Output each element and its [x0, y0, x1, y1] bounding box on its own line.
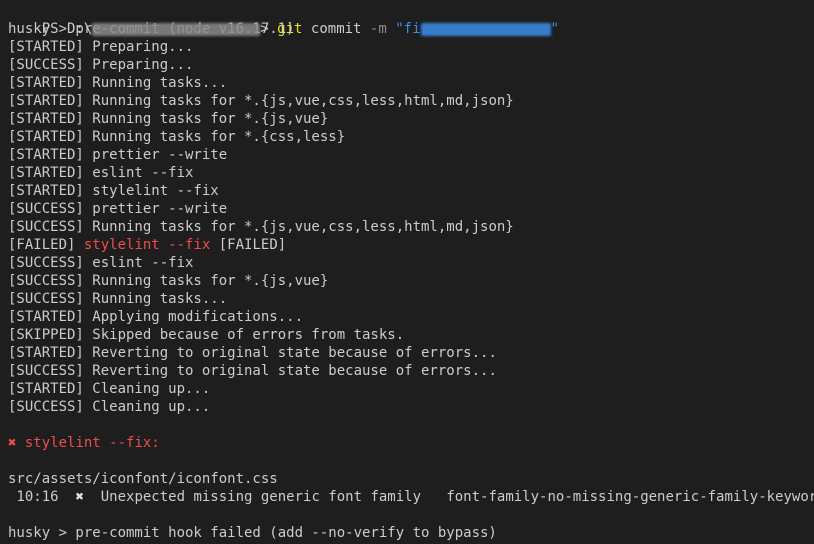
- error-message: Unexpected missing generic font family: [100, 489, 422, 505]
- log-line: [STARTED] Cleaning up...: [8, 381, 211, 397]
- log-line: [STARTED] prettier --write: [8, 147, 228, 163]
- log-line: [STARTED] eslint --fix: [8, 165, 194, 181]
- terminal-output[interactable]: PS D:\> git commit -m "fi" husky > pre-c…: [8, 2, 814, 544]
- log-line: [SUCCESS] Running tasks for *.{js,vue}: [8, 273, 329, 289]
- error-file-path: src/assets/iconfont/iconfont.css: [8, 471, 278, 487]
- log-line: [SUCCESS] Reverting to original state be…: [8, 363, 497, 379]
- log-line: [SUCCESS] prettier --write: [8, 201, 228, 217]
- error-header: ✖ stylelint --fix:: [8, 434, 814, 452]
- log-line: [SUCCESS] Running tasks for *.{js,vue,cs…: [8, 219, 514, 235]
- log-line: [STARTED] Applying modifications...: [8, 309, 304, 325]
- log-line: [SKIPPED] Skipped because of errors from…: [8, 327, 405, 343]
- log-line: [SUCCESS] eslint --fix: [8, 255, 194, 271]
- log-line: [STARTED] Running tasks for *.{js,vue}: [8, 111, 329, 127]
- failed-log-line: [FAILED] stylelint --fix [FAILED]: [8, 236, 814, 254]
- command-subcommand: commit: [310, 21, 362, 37]
- commit-message-open: "fi: [395, 21, 421, 37]
- log-line: [SUCCESS] Cleaning up...: [8, 399, 211, 415]
- error-detail-line: 10:16 ✖ Unexpected missing generic font …: [8, 488, 814, 506]
- command-flag: -m: [369, 21, 387, 37]
- log-line: [SUCCESS] Preparing...: [8, 57, 194, 73]
- error-cross-icon: ✖: [8, 435, 17, 451]
- log-line: [STARTED] stylelint --fix: [8, 183, 219, 199]
- redacted-path: [92, 22, 261, 36]
- redacted-commit-message: [420, 22, 551, 36]
- error-header-text: stylelint --fix:: [24, 435, 160, 451]
- log-line: [STARTED] Preparing...: [8, 39, 194, 55]
- log-line: [STARTED] Running tasks for *.{css,less}: [8, 129, 346, 145]
- error-detail-cross-icon: ✖: [75, 489, 84, 505]
- log-line: [STARTED] Running tasks for *.{js,vue,cs…: [8, 93, 514, 109]
- commit-message-close: ": [550, 21, 559, 37]
- log-line: [SUCCESS] Running tasks...: [8, 291, 228, 307]
- command-prompt-line: PS D:\ > git commit -m "fi ": [8, 2, 814, 37]
- log-line: [STARTED] Reverting to original state be…: [8, 345, 497, 361]
- hook-failed-footer: husky > pre-commit hook failed (add --no…: [8, 525, 497, 541]
- log-line: [STARTED] Running tasks...: [8, 75, 228, 91]
- failed-tag: [FAILED]: [8, 237, 76, 253]
- error-location: 10:16: [8, 489, 59, 505]
- error-rule: font-family-no-missing-generic-family-ke…: [446, 489, 814, 505]
- failed-suffix: [FAILED]: [218, 237, 287, 253]
- failed-task: stylelint --fix: [83, 237, 211, 253]
